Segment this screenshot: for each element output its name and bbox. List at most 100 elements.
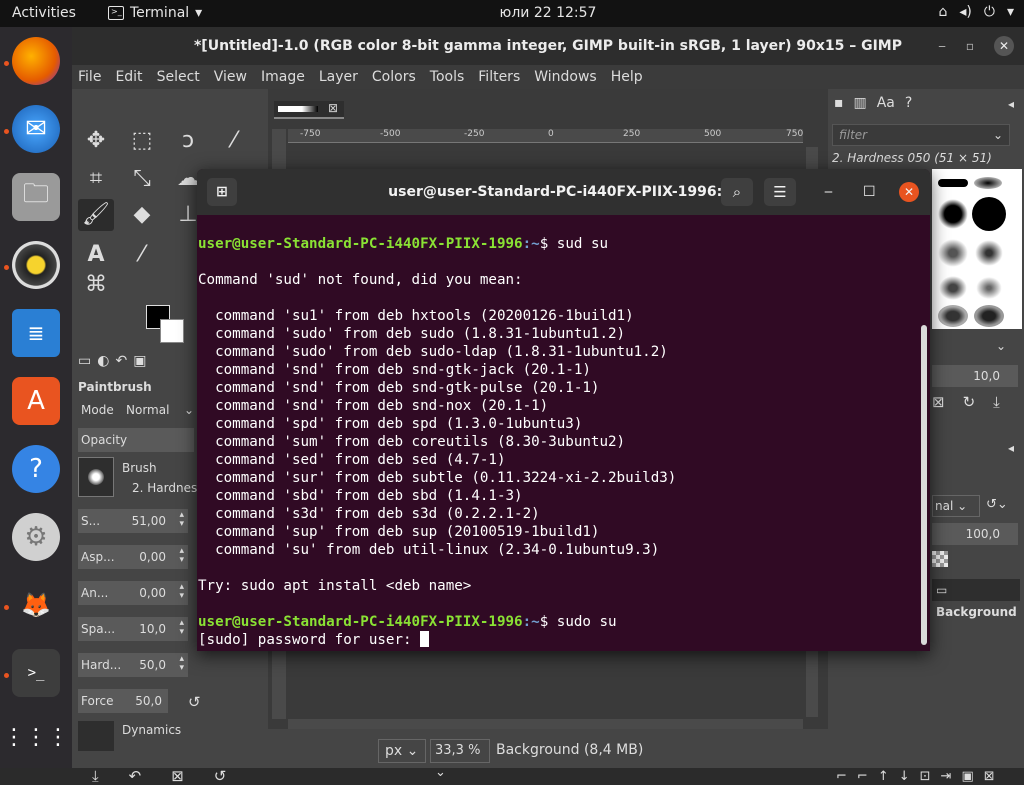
open-brush-as-image-icon[interactable]: ⤓ [993, 393, 1000, 411]
layer-composite-icon[interactable]: ↺⌄ [986, 497, 1008, 512]
crop-tool-icon[interactable]: ⌗ [78, 163, 114, 195]
transform-tool-icon[interactable]: ⤡ [124, 163, 160, 195]
menu-view[interactable]: View [214, 65, 247, 89]
horizontal-ruler[interactable]: -750 -500 -250 0 250 500 750 [288, 129, 803, 143]
move-tool-icon[interactable]: ✥ [78, 125, 114, 157]
menu-button[interactable]: ☰ [764, 178, 796, 206]
menu-tools[interactable]: Tools [430, 65, 465, 89]
delete-brush-icon[interactable]: ⊠ [932, 393, 945, 411]
tool-options-tab-icon[interactable]: ▭ [78, 353, 91, 369]
spin-icon[interactable]: ▴ ▾ [179, 583, 184, 601]
new-layer-icon[interactable]: ⌐ [857, 769, 868, 784]
terminal-window[interactable]: ⊞ user@user-Standard-PC-i440FX-PIIX-1996… [197, 169, 930, 651]
settings-gear-icon[interactable]: ⚙ [12, 513, 60, 561]
brush-thumbnail[interactable] [974, 239, 1004, 267]
menu-edit[interactable]: Edit [115, 65, 142, 89]
brush-thumbnail[interactable] [938, 199, 968, 229]
paintbrush-tool-icon[interactable]: 🖌 [78, 199, 114, 231]
reset-icon[interactable]: ↺ [188, 693, 201, 711]
clock[interactable]: юли 22 12:57 [0, 5, 1024, 21]
lock-alpha-icon[interactable] [932, 551, 948, 567]
spin-icon[interactable]: ▴ ▾ [179, 619, 184, 637]
terminal-dock-icon[interactable]: >_ [12, 649, 60, 697]
spin-icon[interactable]: ▴ ▾ [179, 547, 184, 565]
system-tray[interactable]: ⌂ ◂) ⏻ ▾ [939, 4, 1015, 20]
brush-filter-input[interactable]: filter ⌄ [832, 124, 1010, 146]
refresh-brushes-icon[interactable]: ↻ [963, 393, 976, 411]
hardness-row[interactable]: Hard... 50,0 ▴ ▾ [78, 653, 188, 677]
size-row[interactable]: S... 51,00 ▴ ▾ [78, 509, 188, 533]
close-button[interactable]: ✕ [899, 182, 919, 202]
minimize-button[interactable]: ‒ [824, 169, 833, 215]
help-icon[interactable]: ? [12, 445, 60, 493]
delete-layer-icon[interactable]: ⊠ [984, 769, 995, 784]
delete-options-icon[interactable]: ⊠ [171, 767, 184, 785]
lower-layer-icon[interactable]: ↓ [899, 769, 910, 784]
menu-help[interactable]: Help [611, 65, 643, 89]
new-layer-group-icon[interactable]: ⌐ [836, 769, 847, 784]
brush-thumbnail[interactable] [972, 197, 1006, 231]
background-color-swatch[interactable] [160, 319, 184, 343]
spacing-row[interactable]: Spa... 10,0 ▴ ▾ [78, 617, 188, 641]
lasso-tool-icon[interactable]: ↄ [170, 125, 206, 157]
unit-select[interactable]: px ⌄ [378, 739, 426, 763]
firefox-icon[interactable] [12, 37, 60, 85]
layers-menu-icon[interactable]: ◂ [1008, 441, 1014, 455]
images-tab-icon[interactable]: ▣ [133, 353, 146, 369]
brush-thumbnail[interactable] [974, 177, 1002, 189]
force-row[interactable]: Force 50,0 [78, 689, 168, 713]
mode-value[interactable]: Normal [126, 398, 169, 422]
brush-thumbnail[interactable] [938, 239, 968, 267]
device-status-tab-icon[interactable]: ◐ [97, 353, 109, 369]
mask-layer-icon[interactable]: ▣ [961, 769, 973, 784]
zoom-select[interactable]: 33,3 % ⌄ [430, 739, 490, 780]
text-tool-icon[interactable]: A [78, 239, 114, 271]
eraser-tool-icon[interactable]: ◆ [124, 199, 160, 231]
new-tab-button[interactable]: ⊞ [207, 178, 237, 206]
color-picker-tool-icon[interactable]: ⁄ [124, 239, 160, 271]
spin-icon[interactable]: ▴ ▾ [179, 511, 184, 529]
close-tab-icon[interactable]: ⊠ [328, 101, 338, 115]
terminal-scrollbar[interactable] [921, 325, 927, 645]
software-icon[interactable]: A [12, 377, 60, 425]
menu-filters[interactable]: Filters [478, 65, 520, 89]
rhythmbox-icon[interactable] [12, 241, 60, 289]
text-cursor[interactable] [420, 631, 430, 647]
brush-grid[interactable] [932, 169, 1022, 329]
opacity-row[interactable]: Opacity [78, 428, 194, 452]
paths-tool-icon[interactable]: ⌘ [78, 269, 114, 301]
brush-thumbnail[interactable] [938, 275, 968, 301]
restore-options-icon[interactable]: ↶ [129, 767, 142, 785]
search-button[interactable]: ⌕ [721, 178, 753, 206]
chevron-down-icon[interactable]: ⌄ [996, 339, 1006, 353]
close-button[interactable]: ✕ [994, 36, 1014, 56]
raise-layer-icon[interactable]: ↑ [878, 769, 889, 784]
menu-colors[interactable]: Colors [372, 65, 416, 89]
layer-mode-select[interactable]: nal ⌄ [932, 495, 980, 517]
brush-value[interactable]: 2. Hardness [132, 481, 203, 495]
image-tab[interactable]: ⊠ [274, 101, 344, 119]
mode-row[interactable]: Mode Normal ⌄ [78, 398, 194, 422]
aspect-row[interactable]: Asp... 0,00 ▴ ▾ [78, 545, 188, 569]
fuzzy-select-tool-icon[interactable]: ⁄ [216, 125, 252, 157]
layer-row-background[interactable]: ▭ Background [932, 579, 1020, 619]
menu-layer[interactable]: Layer [319, 65, 358, 89]
patterns-tab-icon[interactable]: ▥ [854, 95, 867, 111]
brush-thumbnail[interactable] [938, 179, 968, 187]
duplicate-layer-icon[interactable]: ⊡ [920, 769, 931, 784]
menu-file[interactable]: File [78, 65, 101, 89]
brush-thumbnail[interactable] [974, 305, 1004, 327]
brush-spacing-input[interactable]: 10,0 [932, 365, 1018, 387]
brushes-tab-icon[interactable]: ▪ [834, 95, 844, 111]
menu-windows[interactable]: Windows [534, 65, 597, 89]
files-icon[interactable]: 🗀 [12, 173, 60, 221]
gimp-titlebar[interactable]: *[Untitled]-1.0 (RGB color 8-bit gamma i… [72, 27, 1024, 65]
anchor-layer-icon[interactable]: ⇥ [941, 769, 952, 784]
spin-icon[interactable]: ▴ ▾ [179, 655, 184, 673]
gimp-icon[interactable]: 🦊 [12, 581, 60, 629]
terminal-output[interactable]: user@user-Standard-PC-i440FX-PIIX-1996:~… [198, 235, 918, 649]
horizontal-scrollbar[interactable] [288, 719, 803, 729]
undo-history-tab-icon[interactable]: ↶ [115, 353, 127, 369]
menu-image[interactable]: Image [261, 65, 305, 89]
dynamics-preview[interactable] [78, 721, 114, 751]
